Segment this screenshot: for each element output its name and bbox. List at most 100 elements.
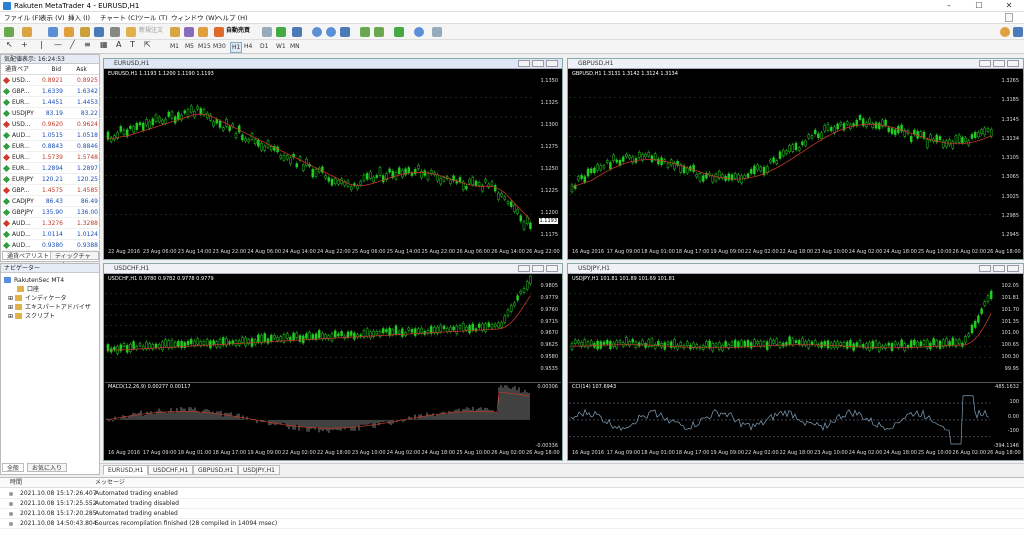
- col-time[interactable]: 時間: [10, 478, 22, 488]
- timeframe-w1[interactable]: W1: [276, 42, 286, 51]
- terminal-icon[interactable]: [94, 27, 104, 37]
- market-watch-row[interactable]: USD... 0.9620 0.9624: [1, 119, 101, 130]
- tab-chart-gbpusd[interactable]: GBPUSD,H1: [193, 465, 239, 475]
- price-chart[interactable]: USDCHF,H1 0.9780 0.9782 0.9778 0.9779 0.9…: [105, 275, 561, 382]
- channel-icon[interactable]: ≡: [84, 40, 91, 49]
- chart-window-gbpusd[interactable]: GBPUSD,H1 GBPUSD,H1 1.3131 1.3142 1.3124…: [567, 58, 1024, 260]
- col-ask[interactable]: Ask: [76, 64, 87, 75]
- new-chart-icon[interactable]: [4, 27, 14, 37]
- menu-file[interactable]: ファイル (F): [4, 14, 41, 22]
- close-icon[interactable]: ✕: [994, 0, 1024, 12]
- tab-chart-usdchf[interactable]: USDCHF,H1: [148, 465, 194, 475]
- terminal-row[interactable]: 2021.10.08 15:17:20.285 Automated trading…: [0, 509, 1024, 519]
- market-watch-row[interactable]: EUR... 0.8843 0.8846: [1, 141, 101, 152]
- chart-close-icon[interactable]: [1007, 60, 1019, 67]
- macd-subwindow[interactable]: MACD(12,26,9) 0.00277 0.00117 0.00306 -0.0…: [105, 382, 561, 449]
- nav-root[interactable]: RakutenSec MT4: [4, 276, 64, 285]
- arrow-icon[interactable]: ⇱: [144, 40, 151, 49]
- new-order-button[interactable]: 新規注文: [139, 26, 163, 35]
- timeframe-mn[interactable]: MN: [290, 42, 300, 51]
- tab-common[interactable]: 全般: [2, 463, 25, 472]
- market-watch-row[interactable]: EUR... 1.2894 1.2897: [1, 163, 101, 174]
- menu-tools[interactable]: ツール (T): [137, 14, 168, 22]
- market-watch-row[interactable]: GBP... 1.6339 1.6342: [1, 86, 101, 97]
- maximize-icon[interactable]: ☐: [964, 0, 994, 12]
- terminal-row[interactable]: 2021.10.08 15:17:26.407 Automated trading…: [0, 489, 1024, 499]
- restore-icon[interactable]: [1005, 13, 1013, 22]
- market-watch-row[interactable]: AUD... 0.9380 0.9388: [1, 240, 101, 251]
- indicators-icon[interactable]: [394, 27, 404, 37]
- cursor-icon[interactable]: ↖: [6, 40, 13, 49]
- timeframe-d1[interactable]: D1: [260, 42, 268, 51]
- experts-icon[interactable]: [198, 27, 208, 37]
- tab-favorites[interactable]: お気に入り: [27, 463, 68, 472]
- market-watch-row[interactable]: AUD... 1.0515 1.0518: [1, 130, 101, 141]
- chart-minimize-icon[interactable]: [979, 265, 991, 272]
- minimize-icon[interactable]: –: [934, 0, 964, 12]
- zoom-out-icon[interactable]: [326, 27, 336, 37]
- terminal-row[interactable]: 2021.10.08 14:50:43.804 Sources recompila…: [0, 519, 1024, 529]
- line-chart-icon[interactable]: [292, 27, 302, 37]
- crosshair-icon[interactable]: +: [21, 40, 28, 49]
- chart-close-icon[interactable]: [546, 60, 558, 67]
- tab-symbols[interactable]: 通貨ペアリスト: [2, 251, 55, 260]
- nav-indicators[interactable]: ⊞ インディケータ: [8, 294, 67, 303]
- menu-view[interactable]: 表示 (V): [40, 14, 65, 22]
- horizontal-line-icon[interactable]: —: [54, 40, 62, 49]
- chart-minimize-icon[interactable]: [518, 60, 530, 67]
- tab-chart-eurusd[interactable]: EURUSD,H1: [103, 465, 149, 475]
- col-symbol[interactable]: 通貨ペア: [5, 64, 29, 75]
- market-watch-row[interactable]: EUR... 1.5739 1.5748: [1, 152, 101, 163]
- chart-maximize-icon[interactable]: [993, 265, 1005, 272]
- market-watch-icon[interactable]: [48, 27, 58, 37]
- timeframe-m1[interactable]: M1: [170, 42, 179, 51]
- price-chart[interactable]: GBPUSD,H1 1.3131 1.3142 1.3124 1.3134 1.3…: [569, 70, 1022, 248]
- menu-window[interactable]: ウィンドウ (W): [171, 14, 217, 22]
- chart-close-icon[interactable]: [546, 265, 558, 272]
- auto-trade-button[interactable]: 自動売買: [226, 26, 250, 35]
- chart-maximize-icon[interactable]: [532, 60, 544, 67]
- chart-shift-icon[interactable]: [374, 27, 384, 37]
- timeframe-m15[interactable]: M15: [198, 42, 211, 51]
- timeframe-h4[interactable]: H4: [244, 42, 252, 51]
- search-icon[interactable]: [1000, 27, 1010, 37]
- price-chart[interactable]: USDJPY,H1 101.81 101.89 101.69 101.81 102…: [569, 275, 1022, 382]
- text-icon[interactable]: A: [116, 40, 121, 49]
- vertical-line-icon[interactable]: |: [40, 40, 43, 49]
- chart-window-usdchf[interactable]: USDCHF,H1 USDCHF,H1 0.9780 0.9782 0.9778…: [103, 263, 563, 461]
- new-order-icon[interactable]: [126, 27, 136, 37]
- zoom-in-icon[interactable]: [312, 27, 322, 37]
- bar-chart-icon[interactable]: [262, 27, 272, 37]
- menu-help[interactable]: ヘルプ (H): [216, 14, 248, 22]
- chart-window-eurusd[interactable]: EURUSD,H1 EURUSD,H1 1.1193 1.1200 1.1190…: [103, 58, 563, 260]
- label-icon[interactable]: T: [130, 40, 135, 49]
- templates-icon[interactable]: [432, 27, 442, 37]
- tab-tick-chart[interactable]: ティックチャート: [50, 251, 99, 269]
- menu-insert[interactable]: 挿入 (I): [68, 14, 90, 22]
- price-chart[interactable]: EURUSD,H1 1.1193 1.1200 1.1190 1.1193 1.1…: [105, 70, 561, 248]
- timeframe-m5[interactable]: M5: [185, 42, 194, 51]
- signals-icon[interactable]: [184, 27, 194, 37]
- community-icon[interactable]: [1013, 27, 1023, 37]
- market-watch-row[interactable]: CADJPY 86.43 86.49: [1, 196, 101, 207]
- tab-chart-usdjpy[interactable]: USDJPY,H1: [238, 465, 280, 475]
- tile-windows-icon[interactable]: [340, 27, 350, 37]
- auto-scroll-icon[interactable]: [360, 27, 370, 37]
- chart-minimize-icon[interactable]: [979, 60, 991, 67]
- chart-maximize-icon[interactable]: [532, 265, 544, 272]
- profiles-icon[interactable]: [22, 27, 32, 37]
- market-watch-row[interactable]: AUD... 1.3276 1.3288: [1, 218, 101, 229]
- market-watch-row[interactable]: USDJPY 83.19 83.22: [1, 108, 101, 119]
- timeframe-m30[interactable]: M30: [213, 42, 226, 51]
- nav-scripts[interactable]: ⊞ スクリプト: [8, 312, 55, 321]
- candle-chart-icon[interactable]: [276, 27, 286, 37]
- chart-window-usdjpy[interactable]: USDJPY,H1 USDJPY,H1 101.81 101.89 101.69…: [567, 263, 1024, 461]
- nav-accounts[interactable]: 口座: [17, 285, 39, 294]
- chart-maximize-icon[interactable]: [993, 60, 1005, 67]
- data-window-icon[interactable]: [64, 27, 74, 37]
- metaeditor-icon[interactable]: [170, 27, 180, 37]
- col-message[interactable]: メッセージ: [95, 478, 125, 488]
- periods-icon[interactable]: [414, 27, 424, 37]
- market-watch-row[interactable]: GBP... 1.4575 1.4585: [1, 185, 101, 196]
- navigator-icon[interactable]: [80, 27, 90, 37]
